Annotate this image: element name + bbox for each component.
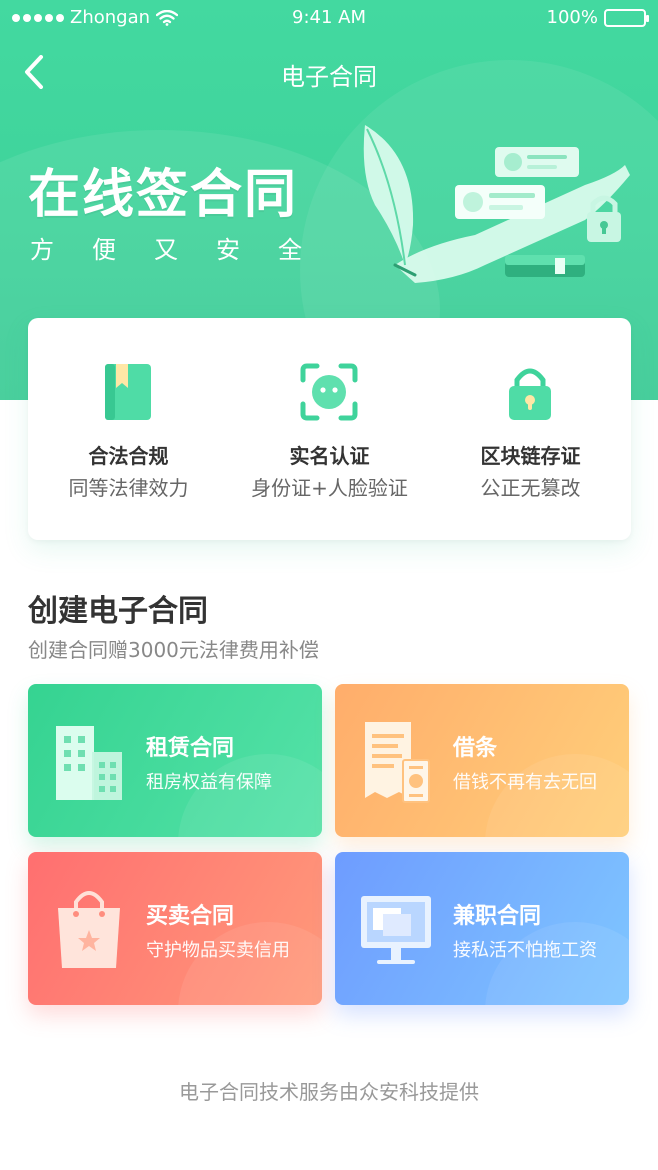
card-title: 租赁合同 (146, 736, 235, 761)
card-desc: 租房权益有保障 (146, 772, 272, 793)
building-icon (56, 726, 122, 800)
monitor-icon (361, 896, 431, 964)
face-scan-icon (300, 363, 358, 421)
card-title: 借条 (453, 736, 498, 761)
feature-title: 实名认证 (289, 444, 370, 468)
page-title: 电子合同 (281, 63, 377, 91)
feature-realname: 实名认证 身份证+人脸验证 (229, 318, 430, 540)
card-sales-contract[interactable]: 买卖合同 守护物品买卖信用 (28, 852, 322, 1005)
card-decor (485, 754, 629, 837)
feature-desc: 同等法律效力 (68, 476, 189, 500)
hero-subtitle: 方便又安全 (30, 236, 340, 264)
feature-legal: 合法合规 同等法律效力 (28, 318, 229, 540)
feature-desc: 公正无篡改 (480, 476, 581, 500)
card-title: 买卖合同 (146, 904, 235, 929)
card-parttime-contract[interactable]: 兼职合同 接私活不怕拖工资 (335, 852, 629, 1005)
card-desc: 接私活不怕拖工资 (453, 940, 597, 961)
nav-bar: 电子合同 (0, 44, 658, 100)
feature-title: 合法合规 (88, 444, 169, 468)
card-iou[interactable]: 借条 借钱不再有去无回 (335, 684, 629, 837)
card-title: 兼职合同 (453, 904, 542, 929)
feature-blockchain: 区块链存证 公正无篡改 (430, 318, 631, 540)
card-desc: 守护物品买卖信用 (146, 940, 290, 961)
battery-icon (604, 8, 649, 27)
section-subtitle: 创建合同赠3000元法律费用补偿 (28, 638, 319, 662)
section-title: 创建电子合同 (28, 594, 208, 629)
card-decor (485, 922, 629, 1005)
card-lease-contract[interactable]: 租赁合同 租房权益有保障 (28, 684, 322, 837)
card-decor (178, 922, 322, 1005)
status-bar: Zhongan 9:41 AM 100% (0, 0, 658, 36)
card-desc: 借钱不再有去无回 (453, 772, 597, 793)
feature-desc: 身份证+人脸验证 (251, 476, 408, 500)
lock-icon (509, 368, 551, 420)
battery-percent: 100% (546, 7, 598, 28)
book-icon (105, 364, 151, 420)
shopping-bag-icon (58, 891, 120, 968)
status-right: 100% (546, 7, 649, 28)
hero-title: 在线签合同 (28, 165, 299, 225)
footer-note: 电子合同技术服务由众安科技提供 (179, 1080, 479, 1104)
receipt-money-icon (365, 722, 430, 803)
contract-illustration (363, 125, 630, 283)
features-panel: 合法合规 同等法律效力 实名认证 身份证+人脸验证 区块链存证 公正无篡改 (28, 318, 631, 540)
card-decor (178, 754, 322, 837)
feature-title: 区块链存证 (480, 444, 581, 468)
